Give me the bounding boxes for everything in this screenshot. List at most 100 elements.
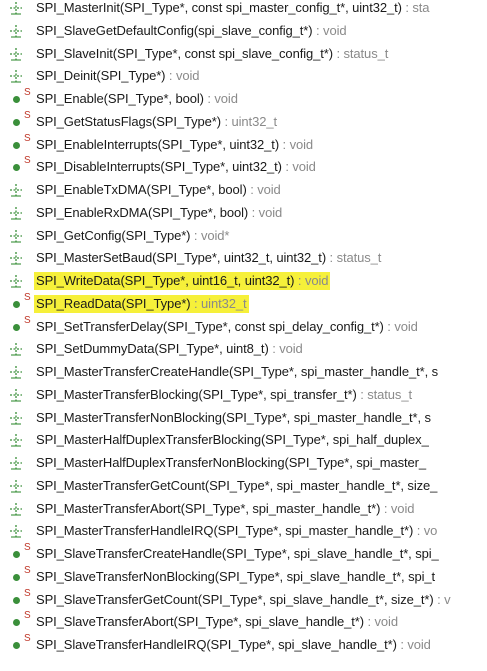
row-icon-cell: S	[0, 587, 34, 611]
outline-row-spi-slavetransferhandleirq[interactable]: S SPI_SlaveTransferHandleIRQ(SPI_Type*, s…	[0, 634, 487, 656]
row-icon-cell	[0, 225, 34, 247]
return-type: : void	[312, 22, 347, 38]
row-text: SPI_GetStatusFlags(SPI_Type*) : uint32_t	[34, 113, 279, 131]
outline-row-spi-slavegetdefaultconfig[interactable]: SPI_SlaveGetDefaultConfig(spi_slave_conf…	[0, 20, 487, 42]
row-icon-cell: S	[0, 109, 34, 133]
return-type: : status_t	[332, 45, 389, 61]
row-icon-cell: S	[0, 611, 34, 633]
outline-row-spi-disableinterrupts[interactable]: S SPI_DisableInterrupts(SPI_Type*, uint32…	[0, 156, 487, 178]
outline-row-spi-mastertransfercreatehandle[interactable]: SPI_MasterTransferCreateHandle(SPI_Type*…	[0, 361, 487, 383]
row-icon-cell: S	[0, 314, 34, 338]
row-text: SPI_MasterTransferGetCount(SPI_Type*, sp…	[34, 477, 439, 495]
return-type: : void	[396, 637, 431, 652]
function-signature: SPI_MasterSetBaud(SPI_Type*, uint32_t, u…	[36, 250, 327, 266]
outline-row-spi-mastertransferhandleirq[interactable]: SPI_MasterTransferHandleIRQ(SPI_Type*, s…	[0, 520, 487, 542]
declaration-icon	[9, 229, 23, 243]
outline-row-spi-slavetransfernonblocking[interactable]: S SPI_SlaveTransferNonBlocking(SPI_Type*,…	[0, 565, 487, 588]
row-text: SPI_Enable(SPI_Type*, bool) : void	[34, 90, 240, 108]
row-text: SPI_MasterTransferCreateHandle(SPI_Type*…	[34, 363, 440, 381]
declaration-icon	[9, 342, 23, 356]
outline-row-spi-settransferdelay[interactable]: S SPI_SetTransferDelay(SPI_Type*, const s…	[0, 314, 487, 338]
return-type: : status_t	[326, 250, 382, 266]
outline-row-spi-enable[interactable]: S SPI_Enable(SPI_Type*, bool) : void	[0, 88, 487, 110]
static-badge-icon: S	[24, 291, 31, 303]
function-signature: SPI_WriteData(SPI_Type*, uint16_t, uint3…	[36, 273, 295, 288]
method-icon	[13, 573, 20, 581]
row-icon-cell: S	[0, 132, 34, 156]
declaration-icon	[9, 24, 23, 38]
static-badge-icon: S	[24, 314, 31, 326]
method-icon	[13, 118, 20, 126]
outline-row-spi-mastertransfergetcount[interactable]: SPI_MasterTransferGetCount(SPI_Type*, sp…	[0, 475, 487, 497]
outline-row-spi-setdummydata[interactable]: SPI_SetDummyData(SPI_Type*, uint8_t) : v…	[0, 338, 487, 360]
outline-row-spi-slavetransfergetcount[interactable]: S SPI_SlaveTransferGetCount(SPI_Type*, sp…	[0, 587, 487, 611]
declaration-icon	[9, 183, 23, 197]
return-type: : void	[248, 204, 283, 220]
outline-row-spi-slaveinit[interactable]: SPI_SlaveInit(SPI_Type*, const spi_slave…	[0, 43, 487, 65]
function-signature: SPI_MasterTransferAbort(SPI_Type*, spi_m…	[36, 500, 381, 516]
outline-row-spi-getconfig[interactable]: SPI_GetConfig(SPI_Type*) : void*	[0, 225, 487, 247]
row-text: SPI_EnableInterrupts(SPI_Type*, uint32_t…	[34, 136, 315, 154]
static-badge-icon: S	[24, 587, 31, 599]
declaration-icon	[9, 206, 23, 220]
outline-row-spi-slavetransferabort[interactable]: S SPI_SlaveTransferAbort(SPI_Type*, spi_s…	[0, 611, 487, 633]
outline-row-spi-masterhalfduplextransferblocking[interactable]: SPI_MasterHalfDuplexTransferBlocking(SPI…	[0, 429, 487, 451]
outline-row-spi-mastertransferabort[interactable]: SPI_MasterTransferAbort(SPI_Type*, spi_m…	[0, 498, 487, 520]
row-icon-cell: S	[0, 565, 34, 588]
declaration-icon	[9, 1, 23, 15]
return-type: : sta	[401, 0, 430, 15]
declaration-icon	[9, 251, 23, 265]
function-signature: SPI_SlaveInit(SPI_Type*, const spi_slave…	[36, 45, 333, 61]
function-signature: SPI_MasterTransferHandleIRQ(SPI_Type*, s…	[36, 523, 414, 539]
function-signature: SPI_Deinit(SPI_Type*)	[36, 68, 166, 84]
row-icon-cell	[0, 475, 34, 497]
outline-row-spi-enabletxdma[interactable]: SPI_EnableTxDMA(SPI_Type*, bool) : void	[0, 179, 487, 201]
row-text: SPI_SlaveTransferCreateHandle(SPI_Type*,…	[34, 545, 441, 563]
function-signature: SPI_GetStatusFlags(SPI_Type*)	[36, 113, 221, 129]
outline-row-spi-enablerxdma[interactable]: SPI_EnableRxDMA(SPI_Type*, bool) : void	[0, 202, 487, 224]
outline-row-spi-getstatusflags[interactable]: S SPI_GetStatusFlags(SPI_Type*) : uint32_…	[0, 109, 487, 133]
row-icon-cell	[0, 338, 34, 360]
row-icon-cell: S	[0, 543, 34, 565]
outline-row-spi-deinit[interactable]: SPI_Deinit(SPI_Type*) : void	[0, 65, 487, 87]
outline-row-spi-slavetransfercreatehandle[interactable]: S SPI_SlaveTransferCreateHandle(SPI_Type*…	[0, 543, 487, 565]
declaration-icon	[9, 365, 23, 379]
function-signature: SPI_EnableInterrupts(SPI_Type*, uint32_t…	[36, 136, 280, 152]
static-badge-icon: S	[24, 610, 31, 622]
return-type: : v	[433, 591, 451, 607]
return-type: : void	[380, 500, 415, 516]
function-signature: SPI_SlaveGetDefaultConfig(spi_slave_conf…	[36, 22, 313, 38]
row-icon-cell	[0, 407, 34, 429]
return-type: : void	[165, 68, 200, 84]
return-type: : void*	[190, 227, 230, 243]
static-badge-icon: S	[24, 132, 31, 144]
function-signature: SPI_SetDummyData(SPI_Type*, uint8_t)	[36, 341, 269, 357]
row-text: SPI_MasterTransferAbort(SPI_Type*, spi_m…	[34, 500, 416, 518]
function-signature: SPI_MasterTransferNonBlocking(SPI_Type*,…	[36, 409, 431, 425]
outline-row-spi-mastersetbaud[interactable]: SPI_MasterSetBaud(SPI_Type*, uint32_t, u…	[0, 247, 487, 269]
outline-row-spi-enableinterrupts[interactable]: S SPI_EnableInterrupts(SPI_Type*, uint32_…	[0, 132, 487, 156]
function-signature: SPI_MasterTransferCreateHandle(SPI_Type*…	[36, 364, 438, 379]
row-text: SPI_SlaveTransferAbort(SPI_Type*, spi_sl…	[34, 613, 400, 631]
declaration-icon	[9, 47, 23, 61]
outline-row-spi-masterinit[interactable]: SPI_MasterInit(SPI_Type*, const spi_mast…	[0, 0, 487, 19]
return-type: : void	[281, 159, 316, 175]
row-text: SPI_SlaveGetDefaultConfig(spi_slave_conf…	[34, 22, 349, 40]
row-text: SPI_MasterHalfDuplexTransferNonBlocking(…	[34, 454, 428, 472]
row-icon-cell	[0, 247, 34, 269]
method-icon	[13, 96, 20, 103]
return-type: : void	[383, 318, 418, 334]
method-icon	[13, 164, 20, 172]
declaration-icon	[9, 433, 23, 447]
outline-row-spi-mastertransferblocking[interactable]: SPI_MasterTransferBlocking(SPI_Type*, sp…	[0, 384, 487, 406]
function-signature: SPI_MasterHalfDuplexTransferNonBlocking(…	[36, 455, 426, 470]
outline-row-spi-writedata[interactable]: SPI_WriteData(SPI_Type*, uint16_t, uint3…	[0, 270, 487, 292]
method-icon	[13, 551, 20, 558]
declaration-icon	[9, 388, 23, 402]
row-icon-cell: S	[0, 156, 34, 178]
outline-row-spi-readdata[interactable]: S SPI_ReadData(SPI_Type*) : uint32_t	[0, 291, 487, 315]
row-icon-cell	[0, 43, 34, 65]
outline-row-spi-masterhalfduplextransfernonblocking[interactable]: SPI_MasterHalfDuplexTransferNonBlocking(…	[0, 452, 487, 474]
static-badge-icon: S	[24, 109, 31, 121]
outline-row-spi-mastertransfernonblocking[interactable]: SPI_MasterTransferNonBlocking(SPI_Type*,…	[0, 407, 487, 429]
